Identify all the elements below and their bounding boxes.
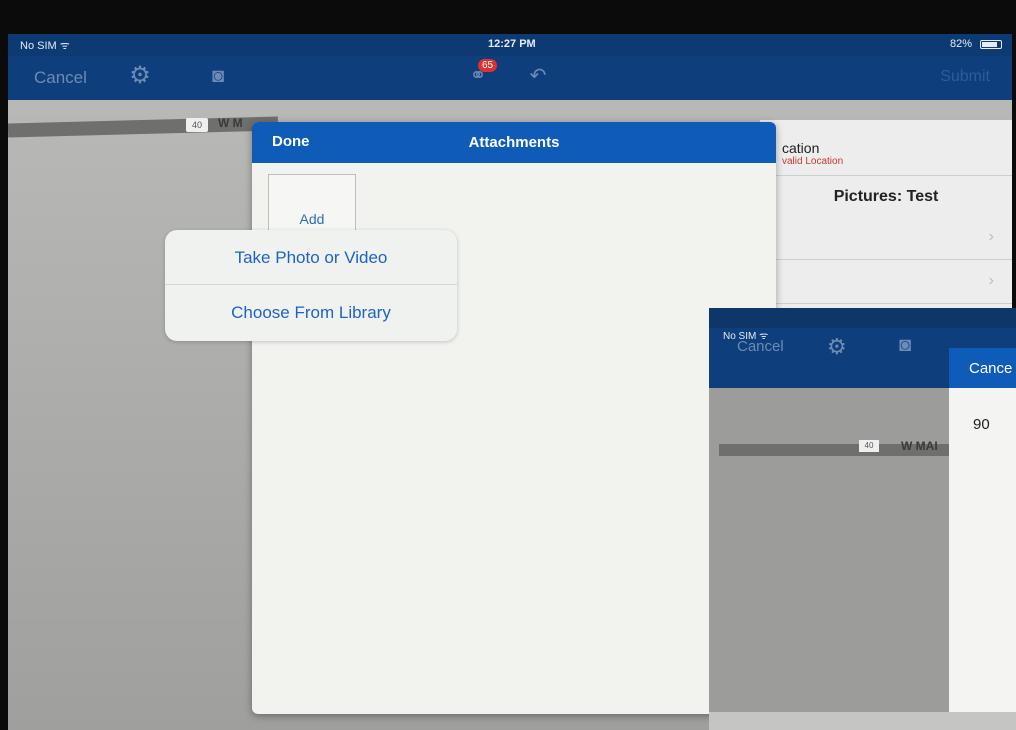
route-shield: 40 bbox=[186, 118, 208, 132]
form-row[interactable]: › bbox=[760, 216, 1012, 260]
inset-status-bar bbox=[709, 308, 1016, 328]
form-panel: cation valid Location Pictures: Test › › bbox=[760, 120, 1012, 320]
numeric-input[interactable]: 90 bbox=[973, 416, 990, 433]
camera-icon[interactable]: ◙ bbox=[204, 62, 232, 90]
top-navbar: Cancel ⚙ ◙ ⚭ 65 ↶ Submit bbox=[8, 56, 1012, 100]
location-error: valid Location bbox=[782, 156, 844, 167]
attachments-modal: Done Attachments Add bbox=[252, 122, 776, 714]
form-row[interactable]: › bbox=[760, 260, 1012, 304]
pictures-section-title: Pictures: Test bbox=[833, 188, 939, 205]
gear-icon[interactable]: ⚙ bbox=[126, 62, 154, 90]
inset-screenshot: No SIM ᯤ Cancel ⚙ ◙ 40 W MAI Cance 90 bbox=[709, 308, 1016, 730]
location-title: cation bbox=[782, 140, 820, 156]
choose-library-option[interactable]: Choose From Library bbox=[165, 285, 457, 340]
chevron-right-icon: › bbox=[988, 272, 994, 289]
attachments-count-badge: 65 bbox=[478, 59, 498, 72]
street-label: W M bbox=[218, 116, 243, 130]
inset-modal-cancel-button[interactable]: Cance bbox=[969, 360, 1012, 377]
camera-icon[interactable]: ◙ bbox=[899, 334, 911, 357]
inset-panel-header: Cance bbox=[949, 348, 1016, 388]
add-label: Add bbox=[299, 211, 325, 227]
chevron-right-icon: › bbox=[988, 228, 994, 245]
battery-icon bbox=[980, 40, 1002, 49]
route-shield: 40 bbox=[859, 440, 879, 452]
carrier-label: No SIM ᯤ bbox=[20, 40, 70, 52]
attachments-title: Attachments bbox=[468, 134, 560, 151]
inset-input-panel: Cance bbox=[949, 348, 1016, 730]
battery-percent: 82% bbox=[949, 38, 972, 50]
attachments-header: Done Attachments bbox=[252, 122, 776, 163]
photo-source-popover: Take Photo or Video Choose From Library bbox=[165, 230, 457, 341]
gear-icon[interactable]: ⚙ bbox=[827, 334, 847, 360]
inset-cancel-button[interactable]: Cancel bbox=[737, 338, 784, 355]
cancel-button[interactable]: Cancel bbox=[34, 68, 87, 88]
location-row[interactable]: cation valid Location bbox=[760, 120, 1012, 176]
inset-footer bbox=[709, 712, 1016, 730]
submit-button[interactable]: Submit bbox=[940, 68, 990, 86]
status-bar: No SIM ᯤ 12:27 PM 82% bbox=[8, 34, 1012, 56]
street-label: W MAI bbox=[901, 439, 938, 453]
clock: 12:27 PM bbox=[488, 38, 536, 50]
undo-icon[interactable]: ↶ bbox=[524, 62, 552, 90]
take-photo-option[interactable]: Take Photo or Video bbox=[165, 230, 457, 285]
